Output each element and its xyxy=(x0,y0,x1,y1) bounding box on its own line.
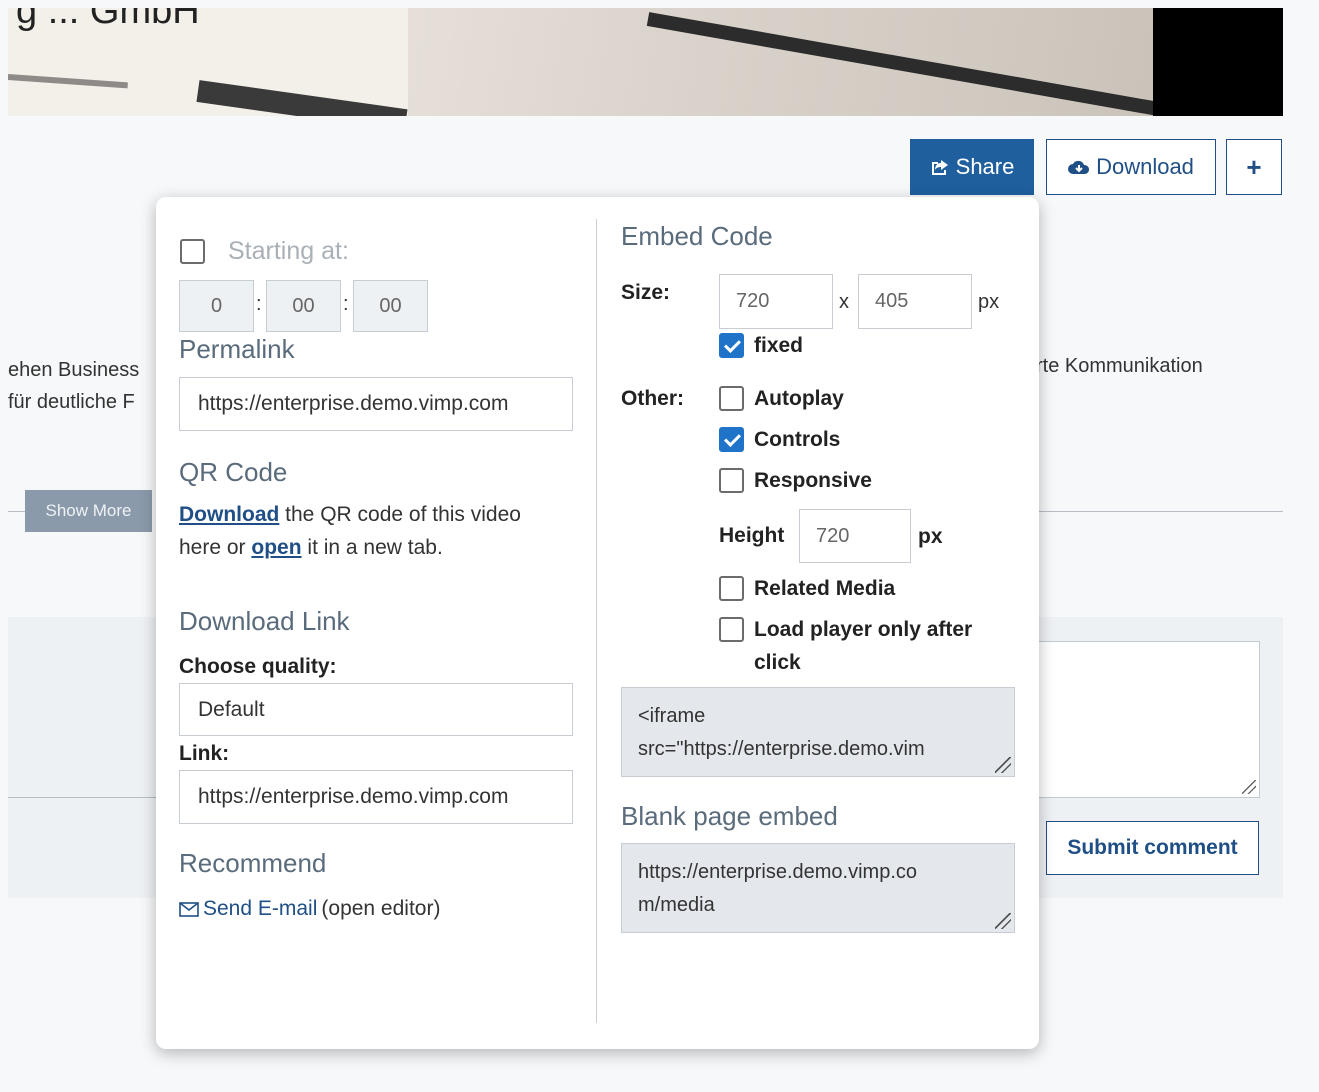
qr-download-link[interactable]: Download xyxy=(179,503,279,526)
load-after-click-label: Load player only after click xyxy=(754,613,972,679)
comment-textarea[interactable] xyxy=(1036,641,1260,798)
video-player[interactable]: g ... GmbH xyxy=(8,8,1283,116)
autoplay-checkbox[interactable] xyxy=(719,386,744,411)
start-seconds-input[interactable]: 00 xyxy=(353,280,428,332)
video-frame-detail xyxy=(646,12,1241,116)
autoplay-label: Autoplay xyxy=(754,386,844,410)
description-line: ehen Business xyxy=(8,359,140,381)
size-unit: px xyxy=(978,291,1000,313)
load-after-click-option[interactable]: Load player only after click xyxy=(719,617,972,679)
height-label: Height xyxy=(719,524,785,547)
other-label: Other: xyxy=(621,387,684,410)
recommend-row: Send E-mail (open editor) xyxy=(179,897,440,921)
send-email-link[interactable]: Send E-mail xyxy=(203,897,317,921)
start-minutes-input[interactable]: 00 xyxy=(266,280,341,332)
related-media-option[interactable]: Related Media xyxy=(719,576,895,601)
start-hours-input[interactable]: 0 xyxy=(179,280,254,332)
choose-quality-label: Choose quality: xyxy=(179,655,337,678)
related-media-checkbox[interactable] xyxy=(719,576,744,601)
open-editor-text: (open editor) xyxy=(321,897,441,920)
qr-text: it in a new tab. xyxy=(307,536,443,559)
time-separator: : xyxy=(343,293,349,315)
download-link-title: Download Link xyxy=(179,606,350,636)
code-line: src="https://enterprise.demo.vim xyxy=(638,738,925,760)
fixed-option[interactable]: fixed xyxy=(719,333,803,358)
share-popover: Starting at: 0 : 00 : 00 Permalink https… xyxy=(156,197,1039,1049)
controls-option[interactable]: Controls xyxy=(719,427,840,452)
divider xyxy=(8,511,26,512)
code-line: <iframe xyxy=(638,705,706,727)
recommend-title: Recommend xyxy=(179,848,327,878)
permalink-input[interactable]: https://enterprise.demo.vimp.com xyxy=(179,377,573,431)
video-frame-dark xyxy=(1153,8,1283,116)
size-times: x xyxy=(839,291,849,313)
load-after-click-checkbox[interactable] xyxy=(719,617,744,642)
responsive-checkbox[interactable] xyxy=(719,468,744,493)
related-media-label: Related Media xyxy=(754,576,896,600)
quality-select[interactable]: Default xyxy=(179,683,573,736)
share-icon xyxy=(931,160,948,175)
qr-text: here or xyxy=(179,536,246,559)
label-line: Load player only after xyxy=(754,618,973,641)
controls-checkbox[interactable] xyxy=(719,427,744,452)
cloud-download-icon xyxy=(1068,160,1090,174)
code-line: https://enterprise.demo.vimp.co xyxy=(638,861,918,883)
fixed-label: fixed xyxy=(754,333,804,357)
download-link-input[interactable]: https://enterprise.demo.vimp.com xyxy=(179,770,573,824)
column-divider xyxy=(596,219,597,1023)
height-unit: px xyxy=(918,525,943,548)
label-line: click xyxy=(754,651,801,674)
download-button-label: Download xyxy=(1096,154,1194,179)
description-text: ehen Business für deutliche F xyxy=(8,354,156,418)
responsive-height-input[interactable]: 720 xyxy=(799,509,911,563)
share-button[interactable]: Share xyxy=(910,139,1034,195)
envelope-icon xyxy=(179,901,199,917)
permalink-title: Permalink xyxy=(179,334,295,364)
code-line: m/media xyxy=(638,894,715,916)
page-title: g ... GmbH xyxy=(16,8,200,32)
divider xyxy=(1036,511,1283,512)
autoplay-option[interactable]: Autoplay xyxy=(719,386,844,411)
submit-comment-button[interactable]: Submit comment xyxy=(1046,821,1259,875)
starting-at-label: Starting at: xyxy=(228,237,349,265)
fixed-checkbox[interactable] xyxy=(719,333,744,358)
qr-code-text: Download the QR code of this video xyxy=(179,503,521,527)
description-line: für deutliche F xyxy=(8,391,135,413)
time-separator: : xyxy=(256,293,262,315)
starting-at-checkbox[interactable] xyxy=(180,239,205,264)
divider xyxy=(8,797,158,798)
resize-handle-icon[interactable] xyxy=(995,913,1011,929)
embed-code-textarea[interactable]: <iframe src="https://enterprise.demo.vim xyxy=(621,687,1015,777)
blank-page-embed-title: Blank page embed xyxy=(621,801,838,831)
controls-label: Controls xyxy=(754,427,841,451)
responsive-label: Responsive xyxy=(754,468,872,492)
qr-code-text: here or open it in a new tab. xyxy=(179,536,443,560)
embed-height-input[interactable]: 405 xyxy=(858,274,972,329)
embed-width-input[interactable]: 720 xyxy=(719,274,833,329)
more-actions-button[interactable]: + xyxy=(1226,139,1282,195)
size-label: Size: xyxy=(621,281,671,304)
responsive-option[interactable]: Responsive xyxy=(719,468,872,493)
resize-handle-icon[interactable] xyxy=(995,757,1011,773)
blank-page-embed-textarea[interactable]: https://enterprise.demo.vimp.co m/media xyxy=(621,843,1015,933)
qr-open-link[interactable]: open xyxy=(251,536,301,559)
download-button[interactable]: Download xyxy=(1046,139,1216,195)
link-label: Link: xyxy=(179,742,230,765)
resize-handle-icon[interactable] xyxy=(1242,780,1256,794)
share-button-label: Share xyxy=(955,154,1015,179)
embed-code-title: Embed Code xyxy=(621,221,773,251)
qr-text: the QR code of this video xyxy=(285,503,521,526)
description-text-right: rte Kommunikation xyxy=(1036,355,1203,377)
show-more-button[interactable]: Show More xyxy=(25,490,152,532)
qr-code-title: QR Code xyxy=(179,457,288,487)
